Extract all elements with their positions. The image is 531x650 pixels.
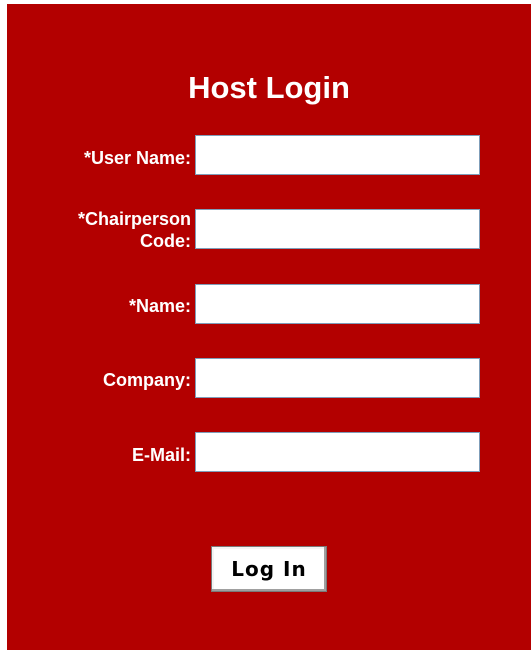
- user-name-input[interactable]: [195, 135, 480, 175]
- form-title: Host Login: [188, 70, 350, 105]
- email-label: E-Mail:: [131, 445, 191, 465]
- name-label: *Name:: [128, 296, 191, 316]
- email-input[interactable]: [195, 432, 480, 472]
- name-input[interactable]: [195, 284, 480, 324]
- company-input[interactable]: [195, 358, 480, 398]
- company-label: Company:: [102, 370, 191, 390]
- log-in-button[interactable]: Log In: [211, 546, 327, 592]
- chairperson-code-label: *Chairperson Code:: [77, 209, 191, 251]
- chairperson-code-input[interactable]: [195, 209, 480, 249]
- login-panel: Host Login *User Name: *Chairperson Code…: [7, 4, 531, 650]
- user-name-label: *User Name:: [83, 148, 191, 168]
